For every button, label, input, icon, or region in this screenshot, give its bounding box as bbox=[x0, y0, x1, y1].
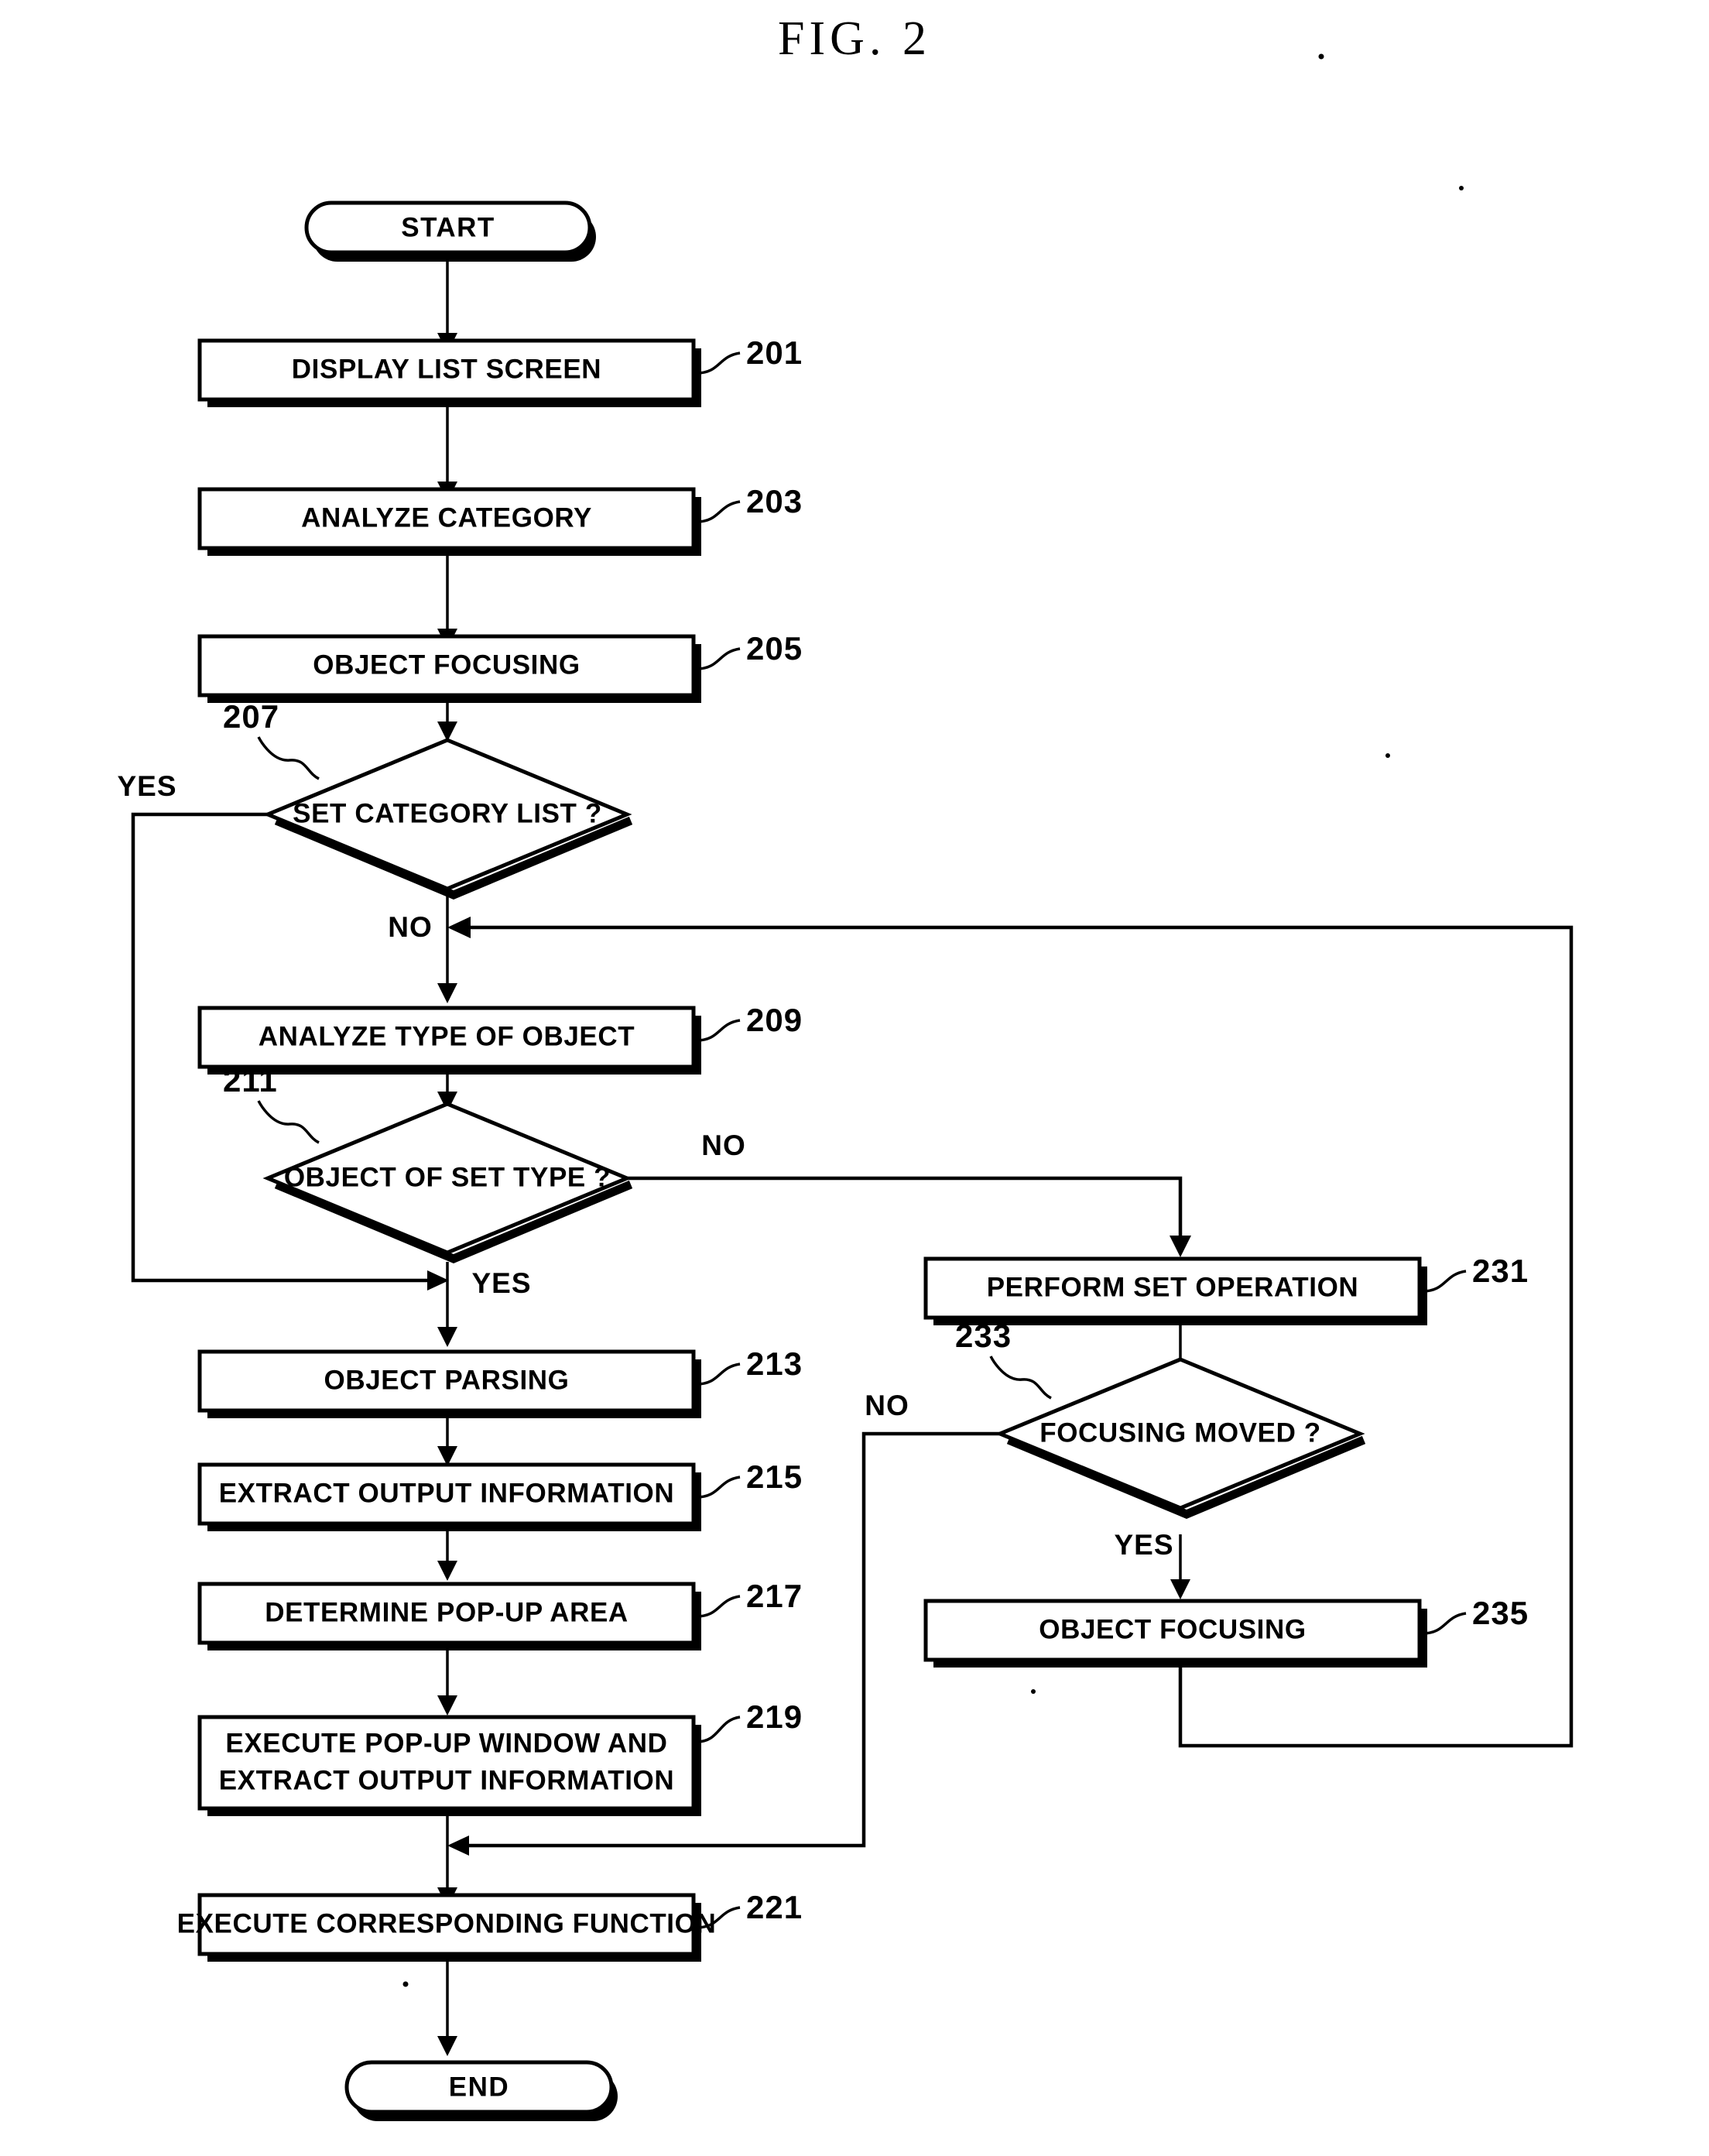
node-213[interactable]: OBJECT PARSING bbox=[197, 1349, 701, 1418]
leader-235 bbox=[1422, 1612, 1467, 1635]
leader-207 bbox=[257, 736, 320, 780]
arrowhead-211yes-213 bbox=[437, 1327, 457, 1347]
arrowhead-217-219 bbox=[437, 1695, 457, 1716]
box-203-label: ANALYZE CATEGORY bbox=[301, 502, 592, 533]
box-217-label: DETERMINE POP-UP AREA bbox=[265, 1597, 628, 1627]
arrowhead-211no-231 bbox=[1170, 1236, 1191, 1257]
node-203[interactable]: ANALYZE CATEGORY bbox=[197, 487, 701, 556]
label-207-no: NO bbox=[388, 911, 433, 943]
diamond-211-label: OBJECT OF SET TYPE ? bbox=[284, 1162, 611, 1192]
leader-215 bbox=[696, 1476, 741, 1499]
speck-2 bbox=[1459, 186, 1464, 190]
leader-209 bbox=[696, 1019, 741, 1042]
node-219[interactable]: EXECUTE POP-UP WINDOW AND EXTRACT OUTPUT… bbox=[197, 1715, 701, 1816]
arrowhead-215-217 bbox=[437, 1561, 457, 1581]
figure-title: FIG. 2 bbox=[778, 12, 931, 65]
ref-217: 217 bbox=[746, 1578, 803, 1614]
box-201-label: DISPLAY LIST SCREEN bbox=[292, 354, 601, 384]
arrowhead-221-end bbox=[437, 2036, 457, 2056]
leader-231 bbox=[1422, 1270, 1467, 1293]
node-221[interactable]: EXECUTE CORRESPONDING FUNCTION bbox=[177, 1893, 717, 1962]
node-231[interactable]: PERFORM SET OPERATION bbox=[923, 1256, 1427, 1325]
ref-221: 221 bbox=[746, 1889, 803, 1925]
node-205[interactable]: OBJECT FOCUSING bbox=[197, 634, 701, 703]
box-221-label: EXECUTE CORRESPONDING FUNCTION bbox=[177, 1908, 717, 1938]
node-235[interactable]: OBJECT FOCUSING bbox=[923, 1599, 1427, 1668]
ref-203: 203 bbox=[746, 483, 803, 519]
patent-figure: FIG. 2 START DISPLAY LIST SCREEN 201 ANA… bbox=[0, 0, 1709, 2156]
node-217[interactable]: DETERMINE POP-UP AREA bbox=[197, 1582, 701, 1650]
leader-205 bbox=[696, 647, 741, 670]
arrowhead-233no-join bbox=[447, 1836, 469, 1856]
ref-201: 201 bbox=[746, 334, 803, 371]
node-start[interactable]: START bbox=[304, 201, 596, 262]
start-label: START bbox=[401, 212, 495, 242]
node-211[interactable]: OBJECT OF SET TYPE ? bbox=[262, 1102, 633, 1263]
label-233-yes: YES bbox=[1114, 1529, 1173, 1561]
leader-213 bbox=[696, 1362, 741, 1386]
speck-3 bbox=[1385, 753, 1390, 758]
speck-4 bbox=[1031, 1689, 1036, 1694]
edge-211no-to-231 bbox=[627, 1176, 1183, 1237]
leader-211 bbox=[257, 1100, 320, 1144]
arrowhead-207yes-join bbox=[427, 1270, 449, 1291]
label-207-yes: YES bbox=[117, 770, 176, 802]
leader-201 bbox=[696, 351, 741, 375]
arrowhead-207no-209 bbox=[437, 983, 457, 1003]
ref-207: 207 bbox=[223, 698, 279, 735]
end-label: END bbox=[449, 2072, 509, 2102]
box-213-label: OBJECT PARSING bbox=[324, 1365, 570, 1395]
arrowhead-233yes-235 bbox=[1170, 1579, 1190, 1599]
label-211-yes: YES bbox=[471, 1267, 531, 1299]
label-211-no: NO bbox=[701, 1129, 746, 1161]
ref-205: 205 bbox=[746, 630, 803, 667]
node-201[interactable]: DISPLAY LIST SCREEN bbox=[197, 338, 701, 407]
node-207[interactable]: SET CATEGORY LIST ? bbox=[262, 738, 633, 900]
leader-219 bbox=[696, 1716, 741, 1743]
box-215-label: EXTRACT OUTPUT INFORMATION bbox=[219, 1478, 675, 1508]
arrowhead-235-feedback bbox=[447, 917, 471, 938]
speck-1 bbox=[1318, 53, 1324, 60]
ref-211: 211 bbox=[223, 1062, 278, 1099]
ref-213: 213 bbox=[746, 1345, 803, 1382]
box-205-label: OBJECT FOCUSING bbox=[313, 650, 580, 680]
leader-203 bbox=[696, 500, 741, 523]
node-end[interactable]: END bbox=[344, 2060, 618, 2121]
leader-233 bbox=[989, 1356, 1052, 1400]
ref-231: 231 bbox=[1472, 1253, 1529, 1289]
diamond-207-label: SET CATEGORY LIST ? bbox=[293, 798, 602, 828]
ref-233: 233 bbox=[955, 1318, 1012, 1354]
box-219-label-line1: EXECUTE POP-UP WINDOW AND bbox=[225, 1728, 667, 1758]
diamond-233-label: FOCUSING MOVED ? bbox=[1039, 1417, 1321, 1448]
ref-209: 209 bbox=[746, 1002, 803, 1038]
box-209-label: ANALYZE TYPE OF OBJECT bbox=[259, 1021, 635, 1051]
label-233-no: NO bbox=[865, 1390, 909, 1421]
box-219-label-line2: EXTRACT OUTPUT INFORMATION bbox=[219, 1765, 675, 1795]
ref-235: 235 bbox=[1472, 1595, 1529, 1631]
speck-5 bbox=[402, 1981, 409, 1987]
leader-217 bbox=[696, 1595, 741, 1618]
ref-219: 219 bbox=[746, 1698, 803, 1735]
node-215[interactable]: EXTRACT OUTPUT INFORMATION bbox=[197, 1462, 701, 1531]
box-235-label: OBJECT FOCUSING bbox=[1039, 1614, 1306, 1644]
box-231-label: PERFORM SET OPERATION bbox=[987, 1272, 1359, 1302]
node-233[interactable]: FOCUSING MOVED ? bbox=[995, 1357, 1366, 1519]
flowchart-canvas: FIG. 2 START DISPLAY LIST SCREEN 201 ANA… bbox=[117, 12, 1574, 2121]
ref-215: 215 bbox=[746, 1458, 803, 1495]
